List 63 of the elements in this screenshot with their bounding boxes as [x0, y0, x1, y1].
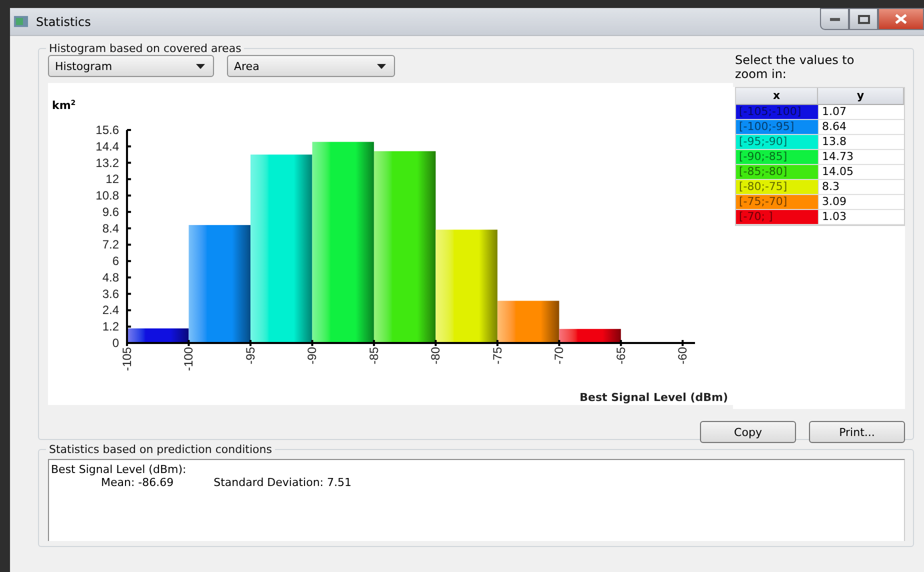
tick-label: 7.2	[102, 238, 119, 252]
tick-label: -90	[305, 347, 320, 364]
print-button[interactable]: Print...	[809, 421, 905, 443]
tick-label: 0	[112, 336, 119, 350]
range-cell[interactable]: [-75;-70]	[736, 195, 818, 210]
value-cell: 3.09	[818, 195, 904, 210]
window-title: Statistics	[36, 14, 91, 28]
value-cell: 13.8	[818, 135, 904, 150]
value-cell: 1.03	[818, 210, 904, 225]
close-button[interactable]	[878, 8, 924, 30]
std-deviation-value: Standard Deviation: 7.51	[214, 476, 352, 489]
value-cell: 8.3	[818, 180, 904, 195]
range-cell[interactable]: [-70; ]	[736, 210, 818, 225]
group-title: Histogram based on covered areas	[48, 42, 242, 55]
range-cell[interactable]: [-80;-75]	[736, 180, 818, 195]
column-header: y	[818, 88, 904, 105]
minimize-button[interactable]	[820, 8, 849, 30]
range-cell[interactable]: [-90;-85]	[736, 150, 818, 165]
range-cell[interactable]: [-85;-80]	[736, 165, 818, 180]
maximize-button[interactable]	[849, 8, 878, 30]
column-header: x	[736, 88, 818, 105]
tick-label: 2.4	[102, 303, 119, 318]
dropdown[interactable]: Histogram	[48, 55, 214, 77]
tick-label: -95	[243, 347, 258, 364]
close-icon	[895, 14, 907, 24]
minimize-icon	[830, 17, 840, 21]
value-cell: 8.64	[818, 120, 904, 135]
tick-label: 1.2	[102, 320, 119, 334]
tick-label: 15.6	[96, 123, 119, 137]
axis-unit: km$^{2}$	[52, 99, 76, 112]
tick-label: -100	[182, 347, 196, 372]
tick-label: 8.4	[102, 221, 119, 236]
maximize-icon	[858, 14, 870, 24]
zoom-label: Select the values to zoom in:	[734, 53, 856, 83]
statistics-heading: Best Signal Level (dBm):	[51, 463, 188, 476]
tick-label: 13.2	[96, 156, 119, 170]
axis-title: Best Signal Level (dBm)	[580, 391, 728, 404]
group-title: Statistics based on prediction conditions	[48, 443, 273, 456]
tick-label: -60	[676, 347, 690, 364]
caret-icon	[377, 64, 386, 68]
tick-label: -105	[120, 347, 134, 372]
tick-label: 4.8	[102, 270, 119, 284]
dropdown[interactable]: Area	[227, 55, 395, 77]
tick-label: -80	[428, 347, 443, 364]
tick-label: 10.8	[96, 188, 119, 203]
value-cell: 14.05	[818, 165, 904, 180]
value-cell: 14.73	[818, 150, 904, 165]
copy-button[interactable]: Copy	[700, 421, 796, 443]
range-cell[interactable]: [-100;-95]	[736, 120, 818, 135]
tick-label: -65	[614, 347, 628, 364]
window-icon	[14, 16, 28, 27]
tick-label: 14.4	[96, 139, 119, 154]
mean-value: Mean: -86.69	[101, 476, 174, 489]
range-cell[interactable]: [-95;-90]	[736, 135, 818, 150]
tick-label: 12	[106, 172, 119, 186]
tick-label: -70	[552, 347, 566, 364]
tick-label: -85	[366, 347, 381, 364]
tick-label: -75	[490, 347, 504, 364]
tick-label: 9.6	[102, 204, 119, 219]
caret-icon	[196, 64, 205, 68]
tick-label: 3.6	[102, 286, 119, 301]
tick-label: 6	[112, 254, 119, 268]
value-cell: 1.07	[818, 105, 904, 120]
